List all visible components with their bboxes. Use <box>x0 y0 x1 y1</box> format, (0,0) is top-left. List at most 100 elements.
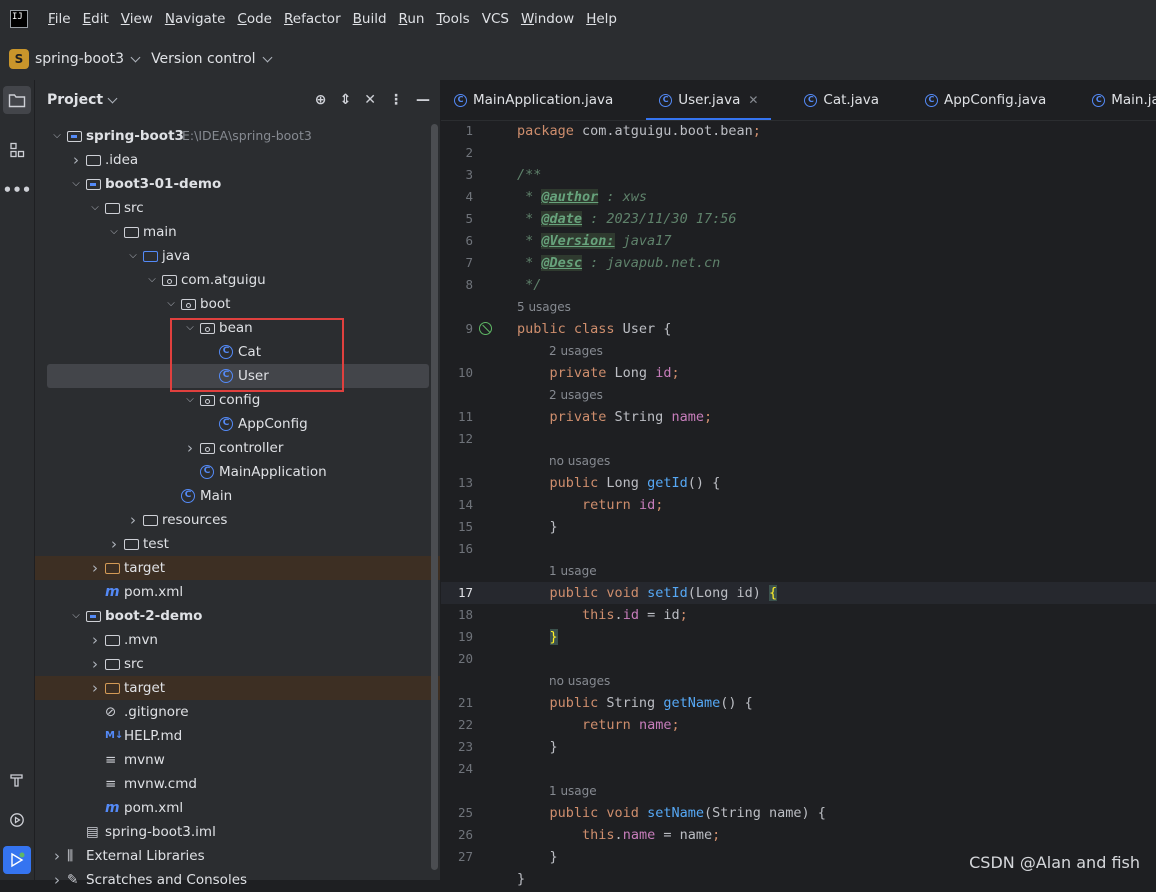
line-number[interactable]: 18 <box>441 604 473 626</box>
line-number[interactable]: 4 <box>441 186 473 208</box>
collapse-all-icon[interactable]: ✕ <box>364 92 376 108</box>
tree-item[interactable]: › target <box>35 556 440 580</box>
options-icon[interactable]: ⋮ <box>389 92 403 108</box>
line-number[interactable]: 2 <box>441 142 473 164</box>
line-number[interactable]: 24 <box>441 758 473 780</box>
editor-tab[interactable]: C Main.java <box>1079 80 1156 120</box>
tree-item[interactable]: › .mvn <box>35 628 440 652</box>
tree-item[interactable]: ⌵ src <box>35 196 440 220</box>
line-number[interactable]: 1 <box>441 120 473 142</box>
tree-item[interactable]: › .idea <box>35 148 440 172</box>
menu-edit[interactable]: Edit <box>77 0 115 38</box>
expand-all-icon[interactable]: ⇕ <box>340 92 352 108</box>
line-number[interactable]: 20 <box>441 648 473 670</box>
tree-item[interactable]: m pom.xml <box>35 580 440 604</box>
tree-item[interactable]: ⌵ boot <box>35 292 440 316</box>
tree-item[interactable]: › resources <box>35 508 440 532</box>
chevron-right-icon[interactable]: › <box>89 652 101 676</box>
tree-item[interactable]: M↓ HELP.md <box>35 724 440 748</box>
chevron-right-icon[interactable]: › <box>184 436 196 460</box>
menu-view[interactable]: View <box>115 0 159 38</box>
chevron-down-icon[interactable]: ⌵ <box>165 292 177 316</box>
tree-item[interactable]: ⌵ main <box>35 220 440 244</box>
build-tool-button[interactable] <box>3 766 31 794</box>
chevron-right-icon[interactable]: › <box>51 844 63 868</box>
run-tool-button[interactable] <box>3 846 31 874</box>
chevron-right-icon[interactable]: › <box>108 532 120 556</box>
menu-file[interactable]: File <box>42 0 77 38</box>
editor-tab[interactable]: C User.java ✕ <box>646 80 772 120</box>
line-number[interactable]: 6 <box>441 230 473 252</box>
menu-run[interactable]: Run <box>393 0 431 38</box>
project-tool-button[interactable] <box>3 86 31 114</box>
chevron-down-icon[interactable]: ⌵ <box>127 244 139 268</box>
menu-vcs[interactable]: VCS <box>476 0 515 38</box>
tree-item[interactable]: › ✎ Scratches and Consoles <box>35 868 440 892</box>
tree-item[interactable]: › controller <box>35 436 440 460</box>
tree-item[interactable]: ⌵ com.atguigu <box>35 268 440 292</box>
editor-tab[interactable]: C MainApplication.java <box>441 80 626 120</box>
vcs-menu[interactable]: Version control <box>151 51 255 67</box>
line-number[interactable]: 25 <box>441 802 473 824</box>
tree-item[interactable]: ▤ spring-boot3.iml <box>35 820 440 844</box>
chevron-right-icon[interactable]: › <box>127 508 139 532</box>
menu-window[interactable]: Window <box>515 0 580 38</box>
line-number[interactable]: 26 <box>441 824 473 846</box>
tree-item[interactable]: ⌵ boot-2-demo <box>35 604 440 628</box>
tree-item[interactable]: ⌵ spring-boot3 E:\IDEA\spring-boot3 <box>35 124 440 148</box>
menu-refactor[interactable]: Refactor <box>278 0 347 38</box>
tree-item[interactable]: C Cat <box>35 340 440 364</box>
menu-tools[interactable]: Tools <box>430 0 475 38</box>
line-number[interactable]: 27 <box>441 846 473 868</box>
line-number[interactable]: 9 <box>441 318 473 340</box>
chevron-right-icon[interactable]: › <box>89 676 101 700</box>
line-number[interactable]: 11 <box>441 406 473 428</box>
line-number[interactable]: 14 <box>441 494 473 516</box>
hide-icon[interactable]: — <box>416 92 430 108</box>
chevron-right-icon[interactable]: › <box>51 868 63 892</box>
chevron-down-icon[interactable]: ⌵ <box>146 268 158 292</box>
line-number[interactable]: 7 <box>441 252 473 274</box>
line-number[interactable]: 8 <box>441 274 473 296</box>
menu-help[interactable]: Help <box>580 0 623 38</box>
line-number[interactable]: 13 <box>441 472 473 494</box>
panel-title[interactable]: Project <box>47 92 103 108</box>
tree-item[interactable]: C Main <box>35 484 440 508</box>
menu-code[interactable]: Code <box>231 0 278 38</box>
line-number[interactable]: 22 <box>441 714 473 736</box>
chevron-right-icon[interactable]: › <box>89 556 101 580</box>
locate-icon[interactable]: ⊕ <box>315 92 327 108</box>
line-number[interactable]: 17 <box>441 582 473 604</box>
tree-item[interactable]: ≡ mvnw <box>35 748 440 772</box>
tree-item[interactable]: ⌵ config <box>35 388 440 412</box>
chevron-down-icon[interactable]: ⌵ <box>70 172 82 196</box>
tree-item[interactable]: ≡ mvnw.cmd <box>35 772 440 796</box>
editor-tab[interactable]: C Cat.java <box>791 80 892 120</box>
more-tools-icon[interactable]: ••• <box>3 176 32 204</box>
chevron-down-icon[interactable]: ⌵ <box>51 124 63 148</box>
tree-item[interactable]: › target <box>35 676 440 700</box>
tree-item[interactable]: ⌵ java <box>35 244 440 268</box>
chevron-down-icon[interactable]: ⌵ <box>89 196 101 220</box>
services-tool-button[interactable] <box>3 806 31 834</box>
line-number[interactable]: 16 <box>441 538 473 560</box>
line-number[interactable]: 12 <box>441 428 473 450</box>
chevron-right-icon[interactable]: › <box>89 628 101 652</box>
line-number[interactable]: 19 <box>441 626 473 648</box>
intellij-logo-icon[interactable]: IJ <box>10 10 28 28</box>
line-number[interactable]: 23 <box>441 736 473 758</box>
project-scrollbar[interactable] <box>431 124 438 870</box>
tree-item[interactable]: ⊘ .gitignore <box>35 700 440 724</box>
chevron-down-icon[interactable] <box>107 93 118 104</box>
tree-item[interactable]: ⌵ boot3-01-demo <box>35 172 440 196</box>
no-bean-gutter-icon[interactable] <box>479 322 492 335</box>
line-number[interactable]: 15 <box>441 516 473 538</box>
tree-item[interactable]: › src <box>35 652 440 676</box>
line-number[interactable]: 3 <box>441 164 473 186</box>
tree-item[interactable]: › ⫼ External Libraries <box>35 844 440 868</box>
chevron-down-icon[interactable]: ⌵ <box>184 388 196 412</box>
project-switcher[interactable]: spring-boot3 <box>35 51 124 67</box>
tree-item[interactable]: C MainApplication <box>35 460 440 484</box>
tree-item[interactable]: C User <box>47 364 429 388</box>
line-number[interactable]: 21 <box>441 692 473 714</box>
